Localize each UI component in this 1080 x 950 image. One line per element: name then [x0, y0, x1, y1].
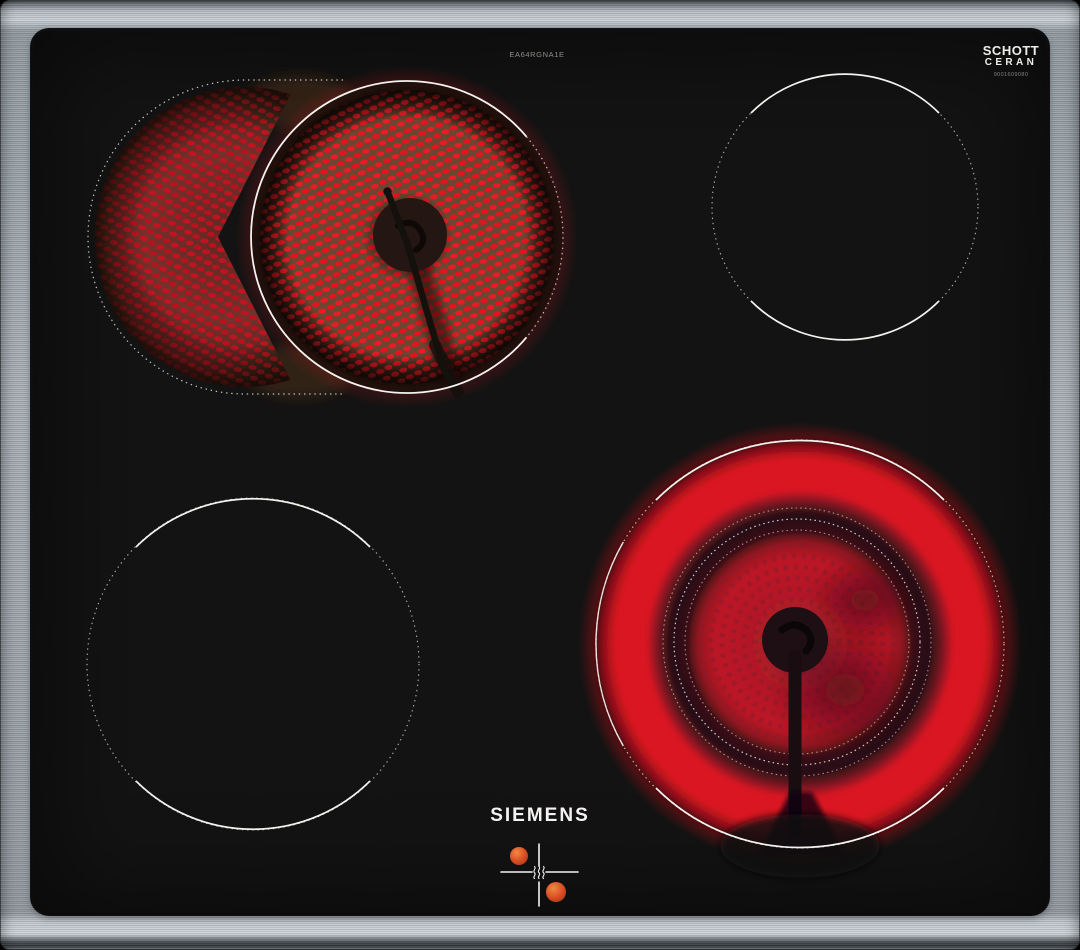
- stainless-steel-frame: EA64RGNA1E SCHOTT CERAN 9001609080 SIEME…: [0, 0, 1080, 950]
- ceramic-glass-surface: [33, 31, 1047, 913]
